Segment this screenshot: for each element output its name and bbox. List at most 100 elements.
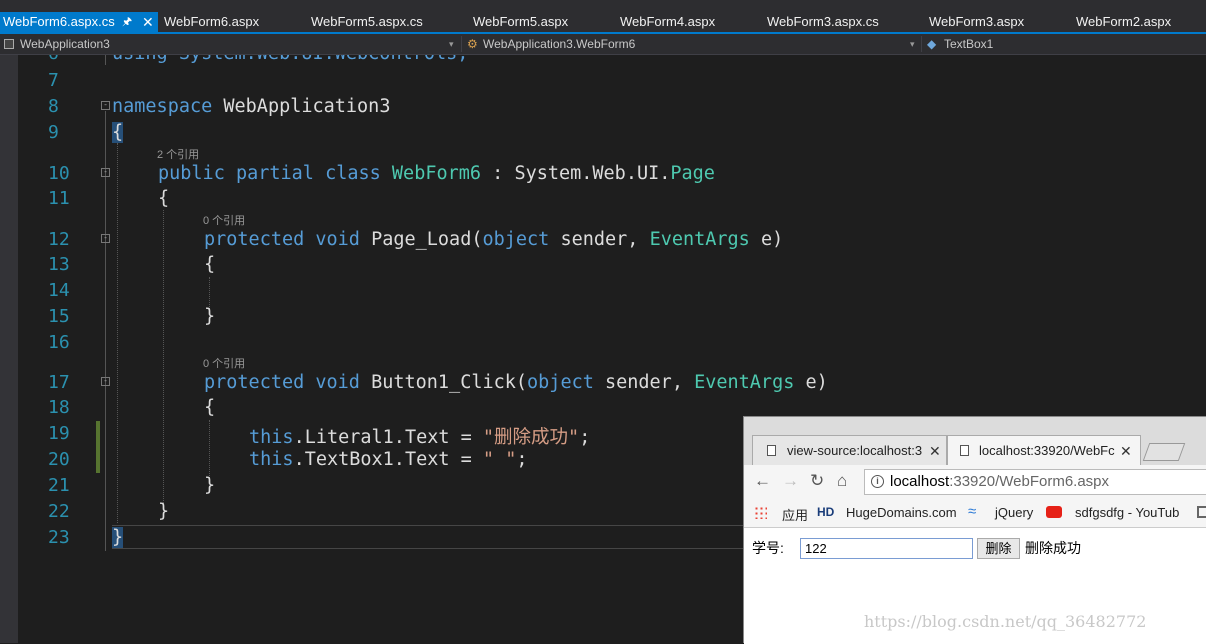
reload-icon[interactable]: ↻ — [810, 471, 824, 491]
keyword: void — [315, 372, 360, 393]
home-icon[interactable]: ⌂ — [837, 471, 847, 491]
base-prefix: : System.Web.UI. — [481, 163, 671, 184]
type-name: EventArgs — [649, 229, 750, 250]
collapse-icon[interactable]: - — [101, 234, 110, 243]
tab-webform4-aspx[interactable]: WebForm4.aspx — [620, 12, 715, 32]
keyword: namespace — [112, 96, 213, 117]
member-label: TextBox1 — [944, 37, 994, 51]
member-access: .TextBox1.Text = — [293, 449, 483, 470]
indent-guide — [163, 210, 164, 515]
member-access: .Literal1.Text = — [293, 427, 483, 448]
references-codelens[interactable]: 0 个引用 — [203, 212, 245, 228]
bookmark-apps[interactable]: 应用 — [782, 505, 808, 524]
apps-grid-icon[interactable] — [754, 506, 767, 519]
method-name: Button1_Click( — [359, 372, 528, 393]
brace: } — [204, 306, 216, 327]
nav-separator — [461, 36, 462, 52]
forward-arrow-icon[interactable]: → — [782, 471, 799, 491]
project-icon — [4, 39, 14, 49]
keyword: object — [482, 229, 550, 250]
semicolon: ; — [516, 449, 528, 470]
line-number: 15 — [48, 306, 70, 327]
code-line-15: } — [204, 306, 215, 327]
close-icon[interactable]: ✕ — [142, 12, 154, 32]
field-icon: ◆ — [927, 37, 937, 51]
line-number: 9 — [48, 122, 59, 143]
member-dropdown[interactable]: ◆ TextBox1 — [923, 34, 1206, 54]
browser-window: view-source:localhost:3 ✕ localhost:3392… — [743, 416, 1206, 644]
collapse-icon[interactable]: - — [101, 101, 110, 110]
collapse-icon[interactable]: - — [101, 377, 110, 386]
type-name: EventArgs — [694, 372, 795, 393]
delete-button[interactable]: 删除 — [977, 538, 1020, 559]
nav-separator — [921, 36, 922, 52]
tab-webform3-aspx[interactable]: WebForm3.aspx — [929, 12, 1024, 32]
references-codelens[interactable]: 0 个引用 — [203, 355, 245, 371]
param: e) — [749, 229, 784, 250]
address-bar[interactable]: i localhost:33920/WebForm6.aspx — [864, 469, 1206, 495]
browser-tab-strip: view-source:localhost:3 ✕ localhost:3392… — [744, 417, 1206, 465]
page-icon — [767, 445, 776, 456]
class-dropdown[interactable]: ⚙ WebApplication3.WebForm6 ▾ — [463, 34, 920, 54]
brace: } — [112, 527, 124, 548]
brace: { — [112, 122, 124, 143]
folder-icon[interactable] — [1197, 506, 1206, 518]
chevron-down-icon: ▾ — [910, 39, 915, 49]
code-line-19: this.Literal1.Text = "删除成功"; — [249, 423, 590, 449]
tab-webform5-aspx-cs[interactable]: WebForm5.aspx.cs — [311, 12, 423, 32]
base-type: Page — [670, 163, 715, 184]
keyword: this — [249, 449, 294, 470]
close-icon[interactable]: ✕ — [1120, 436, 1132, 466]
outline-line — [105, 111, 106, 551]
line-number: 17 — [48, 372, 70, 393]
line-number: 22 — [48, 501, 70, 522]
bookmark-youtube[interactable]: sdfgsdfg - YouTub — [1075, 505, 1179, 520]
tab-webform2-aspx[interactable]: WebForm2.aspx — [1076, 12, 1171, 32]
line-number: 10 — [48, 163, 70, 184]
back-arrow-icon[interactable]: ← — [754, 471, 771, 491]
keyword: object — [527, 372, 594, 393]
keyword: protected — [204, 229, 305, 250]
brace: { — [204, 397, 216, 418]
page-icon — [960, 445, 969, 456]
browser-tab-localhost[interactable]: localhost:33920/WebFc ✕ — [947, 435, 1141, 465]
tab-webform6-aspx-cs[interactable]: WebForm6.aspx.cs 🖈︎ ✕ — [0, 12, 158, 32]
line-number: 14 — [48, 280, 70, 301]
bookmark-jquery[interactable]: jQuery — [995, 505, 1033, 520]
browser-toolbar: ← → ↻ ⌂ i localhost:33920/WebForm6.aspx — [744, 465, 1206, 499]
line-number: 8 — [48, 96, 59, 117]
current-line-highlight — [112, 525, 812, 549]
code-line-8: namespace WebApplication3 — [112, 96, 390, 117]
browser-tab-view-source[interactable]: view-source:localhost:3 ✕ — [752, 435, 947, 465]
jquery-icon: ≈ — [968, 503, 977, 520]
outline-line — [105, 55, 106, 65]
brace: { — [204, 254, 216, 275]
tab-webform5-aspx[interactable]: WebForm5.aspx — [473, 12, 568, 32]
code-line-17: protected void Button1_Click(object send… — [204, 372, 828, 393]
pin-icon[interactable]: 🖈︎ — [122, 12, 132, 32]
url-host: localhost — [890, 473, 950, 490]
line-number: 12 — [48, 229, 70, 250]
tab-webform3-aspx-cs[interactable]: WebForm3.aspx.cs — [767, 12, 879, 32]
collapse-icon[interactable]: - — [101, 168, 110, 177]
navigation-bar: WebApplication3 ▾ ⚙ WebApplication3.WebF… — [0, 34, 1206, 55]
project-dropdown[interactable]: WebApplication3 ▾ — [0, 34, 460, 54]
brace: { — [158, 188, 170, 209]
line-number: 13 — [48, 254, 70, 275]
method-name: Page_Load( — [359, 229, 483, 250]
keyword: partial — [235, 163, 314, 184]
bookmarks-bar: 应用 HD HugeDomains.com ≈ jQuery sdfgsdfg … — [744, 499, 1206, 528]
student-id-input[interactable]: 122 — [800, 538, 973, 559]
param: sender, — [593, 372, 695, 393]
info-icon[interactable]: i — [871, 475, 884, 488]
hd-icon: HD — [817, 505, 835, 519]
watermark: https://blog.csdn.net/qq_36482772 — [864, 612, 1147, 631]
keyword: void — [315, 229, 360, 250]
bookmark-hugedomains[interactable]: HugeDomains.com — [846, 505, 957, 520]
references-codelens[interactable]: 2 个引用 — [157, 146, 199, 162]
close-icon[interactable]: ✕ — [929, 436, 941, 466]
tab-label: WebForm6.aspx.cs — [3, 14, 115, 29]
new-tab-button[interactable] — [1142, 443, 1186, 461]
class-icon: ⚙ — [467, 37, 478, 51]
tab-webform6-aspx[interactable]: WebForm6.aspx — [164, 12, 259, 32]
